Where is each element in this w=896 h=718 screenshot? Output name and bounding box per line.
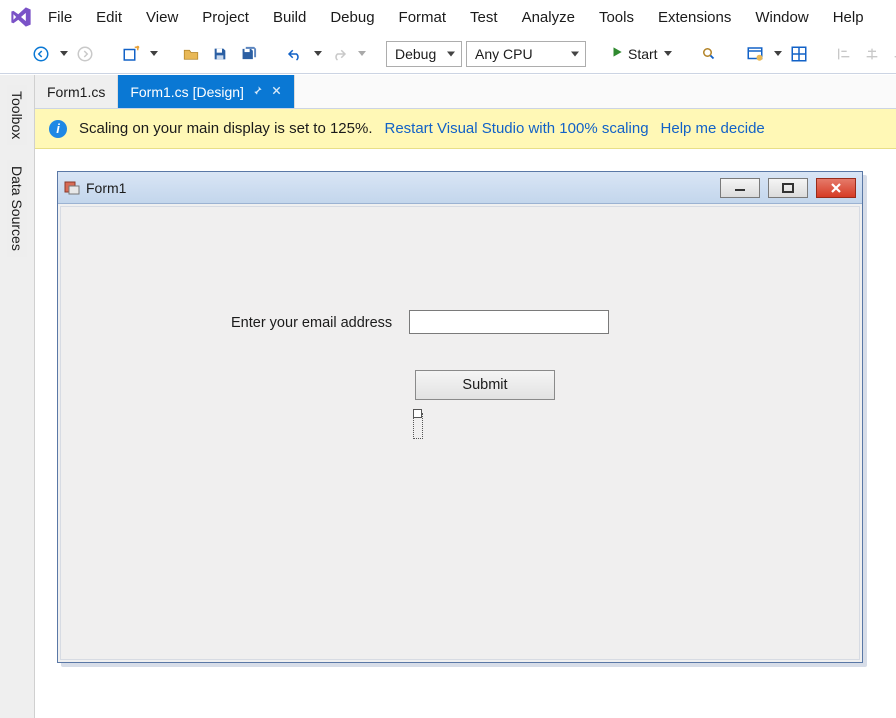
menu-file[interactable]: File	[36, 5, 84, 30]
form-titlebar[interactable]: Form1	[58, 172, 862, 204]
menu-debug[interactable]: Debug	[318, 5, 386, 30]
start-debug-button[interactable]: Start	[606, 41, 676, 67]
info-message: Scaling on your main display is set to 1…	[79, 120, 373, 137]
info-icon: i	[49, 120, 67, 138]
nav-forward-button	[72, 41, 98, 67]
close-button[interactable]	[816, 178, 856, 198]
align-center-button	[860, 41, 884, 67]
maximize-button[interactable]	[768, 178, 808, 198]
layout-grid-button[interactable]	[786, 41, 812, 67]
menu-tools[interactable]: Tools	[587, 5, 646, 30]
chevron-down-icon[interactable]	[314, 51, 322, 56]
menu-edit[interactable]: Edit	[84, 5, 134, 30]
close-icon[interactable]	[271, 85, 282, 99]
menu-build[interactable]: Build	[261, 5, 318, 30]
undo-button[interactable]	[282, 41, 308, 67]
submit-button[interactable]: Submit	[415, 370, 555, 400]
save-all-button[interactable]	[236, 41, 262, 67]
tab-label: Form1.cs [Design]	[130, 84, 244, 100]
nav-back-button[interactable]	[28, 41, 54, 67]
menu-analyze[interactable]: Analyze	[510, 5, 587, 30]
redo-button	[326, 41, 352, 67]
help-me-decide-link[interactable]: Help me decide	[661, 120, 765, 137]
restart-scaling-link[interactable]: Restart Visual Studio with 100% scaling	[385, 120, 649, 137]
main-menu-bar: File Edit View Project Build Debug Forma…	[0, 0, 896, 34]
menu-extensions[interactable]: Extensions	[646, 5, 743, 30]
menu-window[interactable]: Window	[743, 5, 820, 30]
align-right-button	[888, 41, 896, 67]
design-form-window[interactable]: Form1 Enter your email address Submit	[57, 171, 863, 663]
platform-value: Any CPU	[475, 46, 533, 62]
email-textbox[interactable]	[409, 310, 609, 334]
toolbox-tab[interactable]: Toolbox	[7, 85, 27, 145]
chevron-down-icon	[358, 51, 366, 56]
find-button[interactable]	[696, 41, 722, 67]
save-button[interactable]	[208, 41, 232, 67]
form-designer-surface[interactable]: Form1 Enter your email address Submit	[35, 149, 896, 718]
tab-form1-design[interactable]: Form1.cs [Design]	[118, 75, 295, 108]
menu-test[interactable]: Test	[458, 5, 510, 30]
scaling-info-bar: i Scaling on your main display is set to…	[35, 109, 896, 149]
menu-view[interactable]: View	[134, 5, 190, 30]
menu-help[interactable]: Help	[821, 5, 876, 30]
form-client-area[interactable]: Enter your email address Submit	[60, 206, 860, 660]
open-file-button[interactable]	[178, 41, 204, 67]
vs-logo-icon	[6, 6, 36, 28]
tab-form1-cs[interactable]: Form1.cs	[35, 75, 118, 108]
configuration-value: Debug	[395, 46, 436, 62]
chevron-down-icon[interactable]	[664, 51, 672, 56]
data-sources-tab[interactable]: Data Sources	[7, 160, 27, 257]
menu-project[interactable]: Project	[190, 5, 261, 30]
platform-select[interactable]: Any CPU	[466, 41, 586, 67]
document-tab-strip: Form1.cs Form1.cs [Design]	[35, 75, 896, 109]
left-tool-rail: Toolbox Data Sources	[0, 75, 35, 718]
align-left-button	[832, 41, 856, 67]
tab-label: Form1.cs	[47, 84, 105, 100]
start-label: Start	[628, 46, 658, 62]
configuration-select[interactable]: Debug	[386, 41, 462, 67]
browser-select-button[interactable]	[742, 41, 768, 67]
pin-icon[interactable]	[252, 85, 263, 99]
chevron-down-icon[interactable]	[60, 51, 68, 56]
form-title: Form1	[86, 180, 712, 196]
main-toolbar: Debug Any CPU Start	[0, 34, 896, 74]
chevron-down-icon[interactable]	[150, 51, 158, 56]
form-icon	[64, 180, 80, 196]
play-icon	[610, 45, 624, 62]
email-label[interactable]: Enter your email address	[231, 315, 392, 331]
designer-selection-handle[interactable]	[413, 413, 423, 439]
chevron-down-icon[interactable]	[774, 51, 782, 56]
minimize-button[interactable]	[720, 178, 760, 198]
new-project-button[interactable]	[118, 41, 144, 67]
menu-format[interactable]: Format	[387, 5, 459, 30]
